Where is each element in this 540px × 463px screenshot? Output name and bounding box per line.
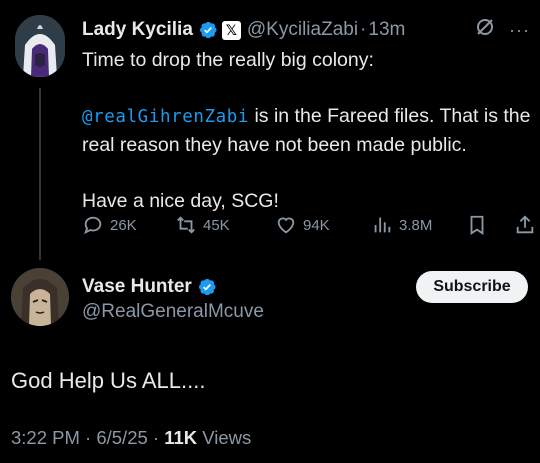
subscribe-button[interactable]: Subscribe [416, 271, 528, 303]
x-logo-icon: 𝕏 [221, 20, 241, 40]
views-label: Views [197, 427, 252, 448]
view-count: 11K [164, 427, 198, 448]
mention-link[interactable]: @realGihrenZabi [82, 107, 249, 127]
thread-line [39, 88, 41, 260]
like-count: 94K [303, 216, 330, 234]
bookmark-button[interactable] [466, 214, 488, 236]
action-bar: 26K 45K 94K 3.8M [82, 210, 538, 240]
avatar[interactable] [15, 15, 65, 77]
more-icon[interactable]: ··· [509, 20, 530, 41]
verified-badge-icon [198, 20, 218, 40]
handle[interactable]: @KyciliaZabi [247, 19, 358, 41]
post-meta: 3:22 PM · 6/5/25 · 11K Views [11, 427, 251, 449]
tweet-line-2: @realGihrenZabi is in the Fareed files. … [82, 102, 534, 159]
repost-icon [177, 216, 195, 234]
tweet-header: Lady Kycilia 𝕏 @KyciliaZabi · 13m ··· [82, 16, 530, 44]
reply-header: Vase Hunter [82, 274, 217, 300]
post-timestamp[interactable]: 3:22 PM · 6/5/25 · [11, 427, 164, 448]
reply-text: God Help Us ALL.... [11, 368, 206, 393]
reply-button[interactable]: 26K [82, 214, 137, 236]
share-icon [516, 215, 534, 234]
timestamp[interactable]: 13m [368, 19, 405, 41]
display-name[interactable]: Vase Hunter [82, 276, 192, 298]
tweet-text: Time to drop the really big colony: @rea… [82, 46, 534, 215]
bookmark-icon [470, 215, 484, 235]
share-button[interactable] [514, 214, 536, 236]
handle[interactable]: @RealGeneralMcuve [82, 301, 264, 323]
reply-icon [84, 216, 102, 235]
tweet-line-1: Time to drop the really big colony: [82, 49, 374, 71]
separator: · [360, 19, 367, 40]
verified-badge-icon [197, 277, 217, 297]
repost-count: 45K [203, 216, 230, 234]
repost-button[interactable]: 45K [175, 214, 230, 236]
display-name[interactable]: Lady Kycilia [82, 19, 193, 41]
like-icon [277, 217, 295, 234]
views-icon [374, 217, 391, 233]
grok-icon[interactable] [475, 17, 495, 43]
reply-count: 26K [110, 216, 137, 234]
views-button[interactable]: 3.8M [371, 214, 432, 236]
avatar[interactable] [11, 268, 69, 326]
like-button[interactable]: 94K [275, 214, 330, 236]
views-count: 3.8M [399, 216, 433, 234]
